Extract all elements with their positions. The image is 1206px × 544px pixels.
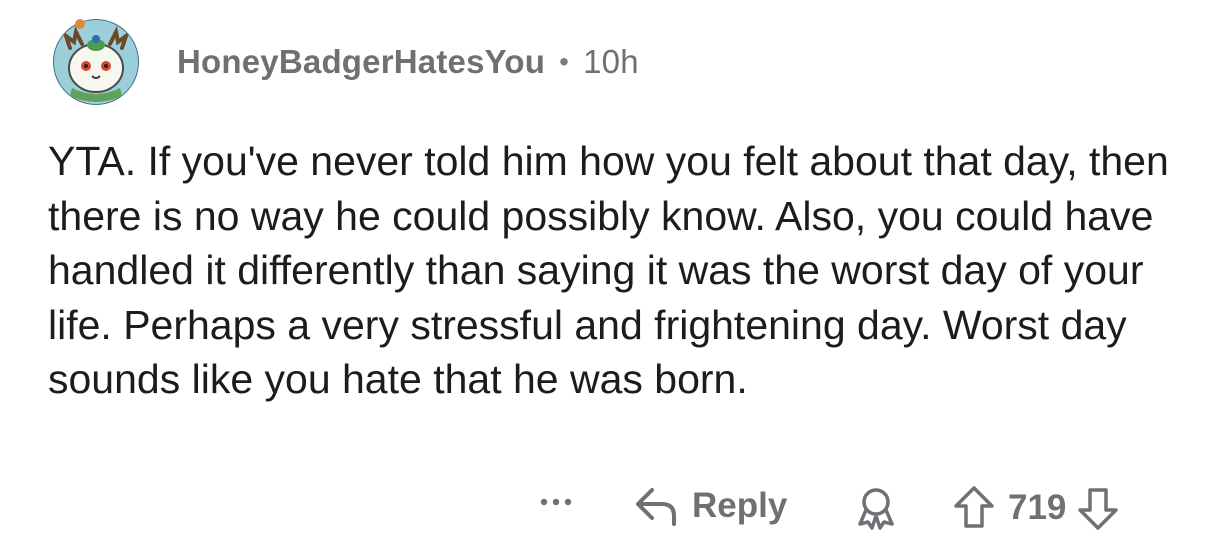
vote-controls: 719 xyxy=(952,484,1120,532)
upvote-arrow-icon[interactable] xyxy=(952,484,996,532)
username-link[interactable]: HoneyBadgerHatesYou xyxy=(177,43,545,81)
comment-header: HoneyBadgerHatesYou • 10h xyxy=(52,12,639,112)
snow-creature-avatar-icon xyxy=(53,19,139,105)
more-dots-icon xyxy=(540,498,572,506)
vote-count: 719 xyxy=(1008,488,1067,527)
reply-label: Reply xyxy=(692,486,788,525)
comment-actions-bar: Reply 719 xyxy=(0,474,1206,538)
comment-age: 10h xyxy=(583,43,639,80)
comment-body: YTA. If you've never told him how you fe… xyxy=(48,138,1169,402)
meta-separator: • xyxy=(559,46,570,77)
user-avatar[interactable] xyxy=(52,18,140,106)
reply-button[interactable]: Reply xyxy=(632,484,787,528)
award-button[interactable] xyxy=(852,484,900,532)
more-options-button[interactable] xyxy=(536,490,576,514)
comment-card: HoneyBadgerHatesYou • 10h YTA. If you've… xyxy=(0,0,1206,544)
award-icon xyxy=(858,488,894,530)
comment-meta: HoneyBadgerHatesYou • 10h xyxy=(177,43,639,81)
downvote-arrow-icon[interactable] xyxy=(1076,484,1120,532)
reply-arrow-icon xyxy=(636,488,676,526)
